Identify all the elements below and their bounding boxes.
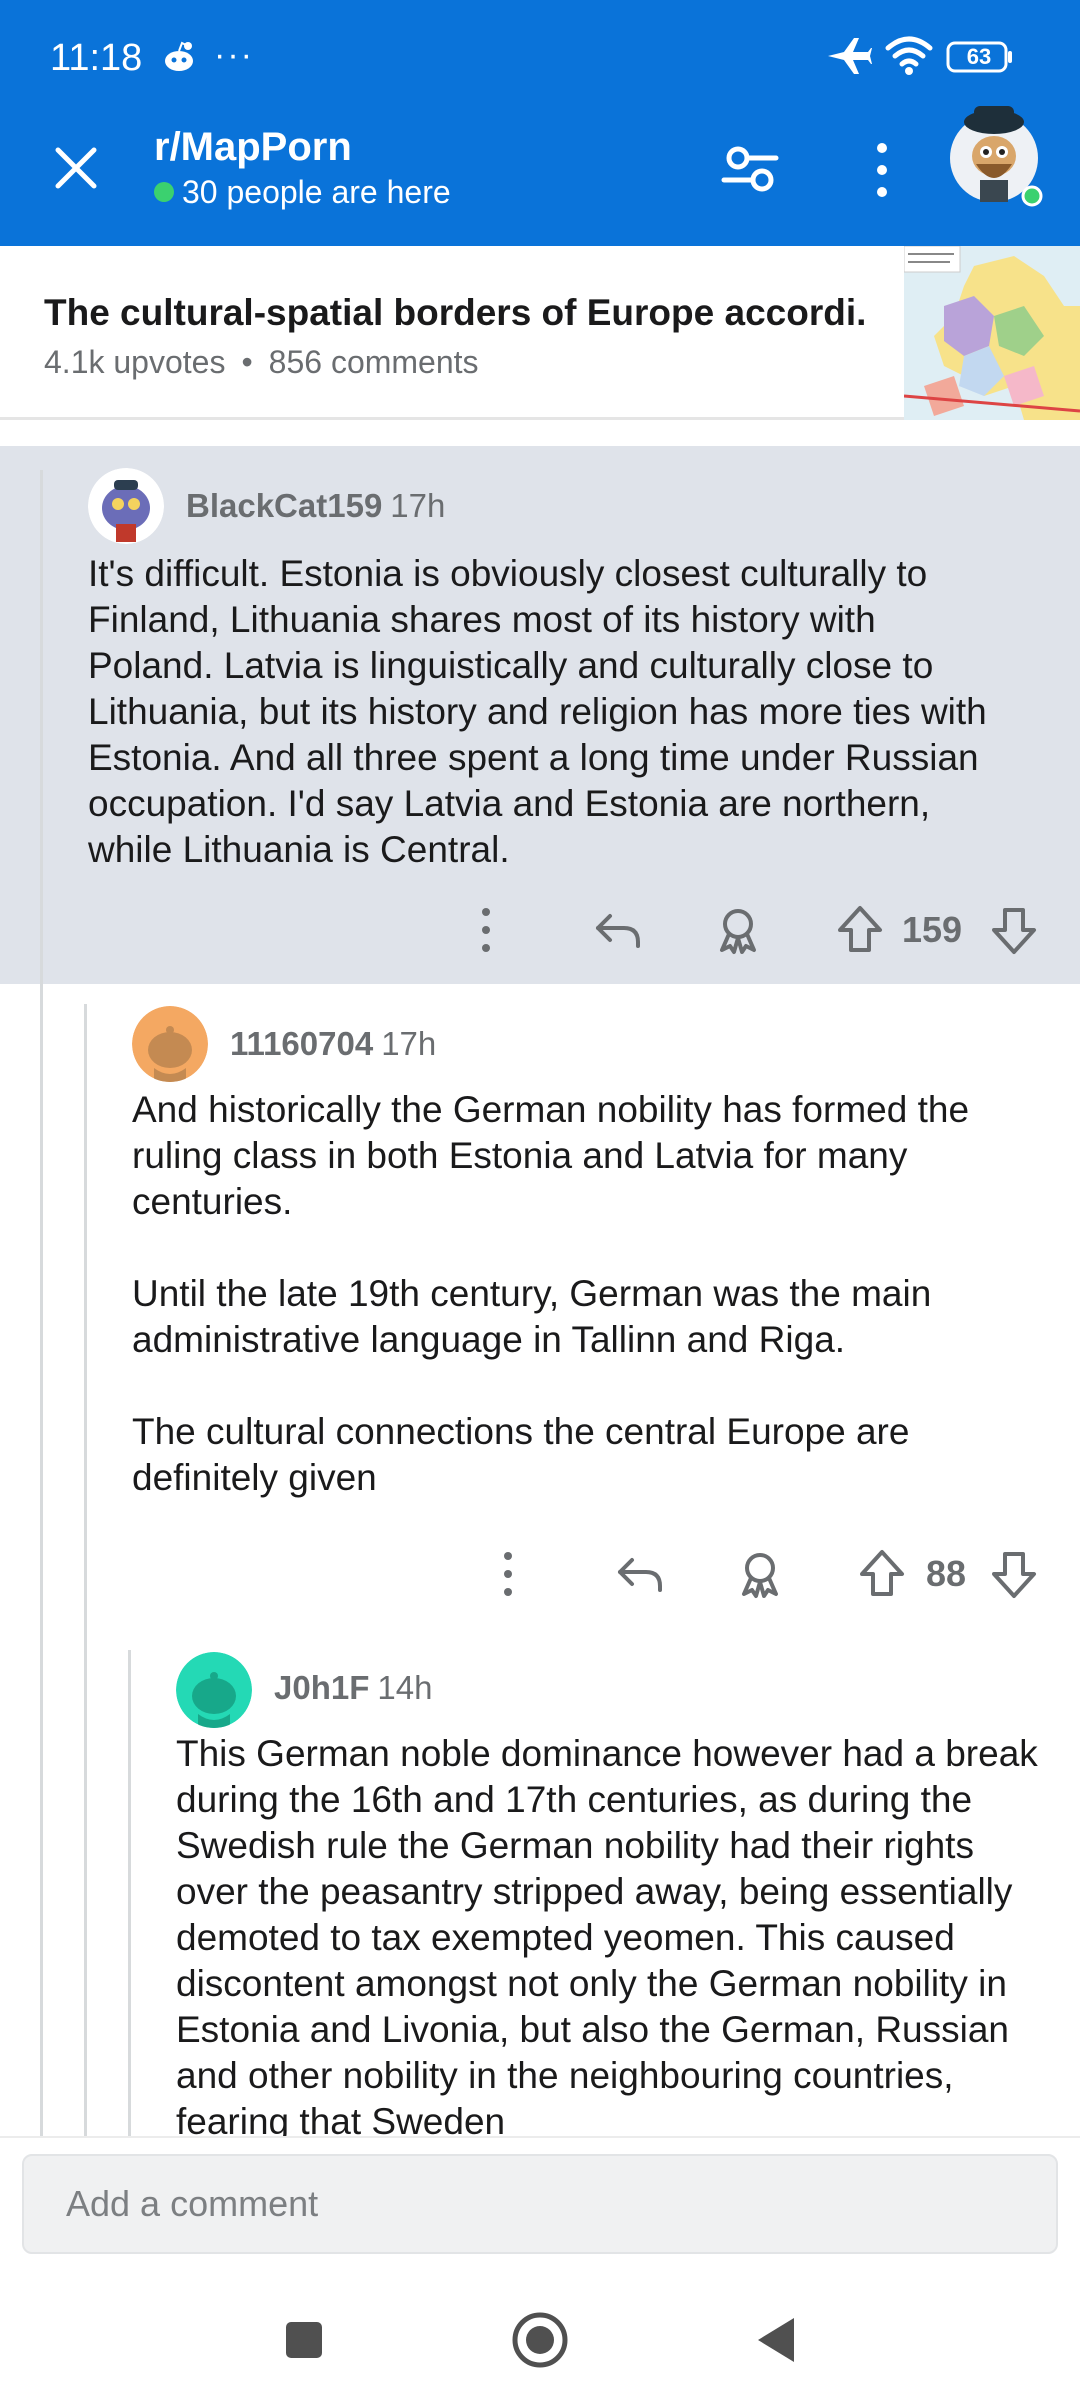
comment-author[interactable]: 11160704 17h	[230, 1024, 436, 1064]
comment-author-name[interactable]: BlackCat159	[186, 487, 382, 524]
comment-age: 17h	[390, 487, 446, 524]
upvote-icon[interactable]	[854, 1546, 910, 1602]
post-upvotes: 4.1k upvotes	[44, 344, 226, 380]
battery-level: 63	[966, 44, 992, 69]
user-avatar[interactable]	[944, 92, 1044, 210]
comment-paragraph: And historically the German nobility has…	[132, 1089, 970, 1222]
thread-line[interactable]	[40, 470, 43, 2136]
filter-icon[interactable]	[720, 140, 780, 200]
post-thumbnail-map[interactable]	[904, 246, 1080, 420]
nav-recents-button[interactable]	[264, 2300, 344, 2380]
post-title[interactable]: The cultural-spatial borders of Europe a…	[44, 290, 864, 336]
triangle-back-icon	[758, 2318, 794, 2362]
online-indicator: 30 people are here	[154, 172, 451, 212]
comment-author-name[interactable]: 11160704	[230, 1025, 373, 1062]
comment-author-name[interactable]: J0h1F	[274, 1669, 369, 1706]
comment-paragraph: The cultural connections the central Eur…	[132, 1411, 910, 1498]
nav-home-button[interactable]	[500, 2300, 580, 2380]
close-button[interactable]	[44, 136, 108, 200]
nav-back-button[interactable]	[736, 2300, 816, 2380]
post-comment-count: 856 comments	[268, 344, 479, 380]
comment-author[interactable]: BlackCat159 17h	[186, 486, 445, 526]
thread-line[interactable]	[128, 1650, 131, 2136]
award-icon[interactable]	[732, 1546, 788, 1602]
wifi-icon	[885, 36, 933, 75]
online-count: 30 people are here	[182, 174, 451, 210]
add-comment-input[interactable]: Add a comment	[22, 2154, 1058, 2254]
comment-avatar[interactable]	[132, 1006, 208, 1082]
reply-icon[interactable]	[590, 902, 646, 958]
more-vertical-icon[interactable]	[480, 1546, 536, 1602]
close-icon	[55, 147, 97, 189]
square-icon	[286, 2322, 322, 2358]
downvote-icon[interactable]	[986, 902, 1042, 958]
online-dot-icon	[154, 182, 174, 202]
vote-count: 88	[926, 1553, 967, 1594]
more-vertical-icon[interactable]	[458, 902, 514, 958]
upvote-icon[interactable]	[832, 902, 888, 958]
meta-separator: •	[241, 344, 253, 380]
reply-icon[interactable]	[612, 1546, 668, 1602]
comment-paragraph: It's difficult. Estonia is obviously clo…	[88, 553, 987, 870]
airplane-mode-icon	[828, 38, 872, 74]
comment-age: 17h	[381, 1025, 437, 1062]
more-vertical-icon[interactable]	[860, 140, 904, 200]
status-more-dots: ···	[214, 36, 254, 74]
thread-line[interactable]	[84, 1004, 87, 2136]
comment-body: And historically the German nobility has…	[132, 1087, 1052, 1501]
comment-body: It's difficult. Estonia is obviously clo…	[88, 551, 1008, 873]
award-icon[interactable]	[710, 902, 766, 958]
circle-icon	[512, 2312, 568, 2368]
vote-count: 159	[902, 909, 963, 950]
comment-author[interactable]: J0h1F 14h	[274, 1668, 432, 1708]
status-time: 11:18	[50, 37, 143, 79]
comment-body: This German noble dominance however had …	[176, 1731, 1056, 2136]
subreddit-title[interactable]: r/MapPorn	[154, 124, 352, 170]
post-meta: 4.1k upvotes • 856 comments	[44, 342, 479, 382]
comment-age: 14h	[377, 1669, 433, 1706]
comment-avatar[interactable]	[176, 1652, 252, 1728]
reddit-notification-icon	[165, 41, 193, 71]
comment-paragraph: This German noble dominance however had …	[176, 1733, 1038, 2136]
comment-avatar[interactable]	[88, 468, 164, 544]
downvote-icon[interactable]	[986, 1546, 1042, 1602]
app-header: 11:18 ··· 63 r/MapPorn 30 people are her…	[0, 0, 1080, 246]
comment-paragraph: Until the late 19th century, German was …	[132, 1273, 932, 1360]
